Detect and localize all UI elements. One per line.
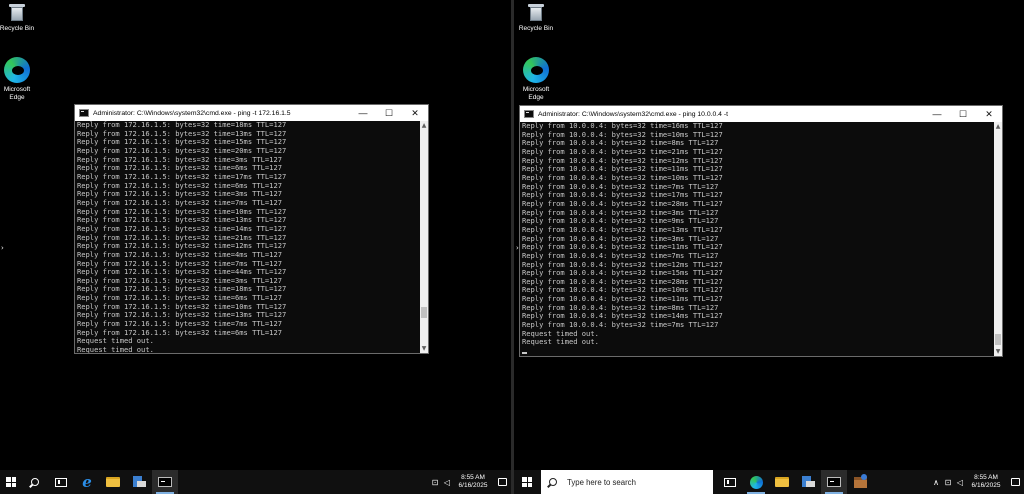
cmd-taskbar-button[interactable] <box>821 470 847 494</box>
ie-button[interactable]: e <box>74 470 100 494</box>
cmd-window-right[interactable]: Administrator: C:\Windows\system32\cmd.e… <box>519 105 1003 357</box>
notification-icon <box>1010 478 1020 486</box>
edge-shortcut[interactable]: Microsoft Edge <box>0 57 36 102</box>
package-manager-button[interactable] <box>847 470 873 494</box>
search-icon <box>549 478 557 486</box>
command-prompt-icon <box>827 477 841 487</box>
window-title: Administrator: C:\Windows\system32\cmd.e… <box>93 109 291 117</box>
clock-time: 8:55 AM <box>461 474 485 481</box>
console-line: Request timed out. <box>77 345 154 353</box>
edge-icon <box>4 57 30 83</box>
command-prompt-icon <box>158 477 172 487</box>
tray-chevron-icon[interactable]: ∧ <box>930 470 942 494</box>
edge-label-line1: Microsoft <box>522 86 550 93</box>
console-output[interactable]: Reply from 10.0.0.4: bytes=32 time=16ms … <box>520 122 994 356</box>
clock-date: 6/16/2025 <box>971 482 1001 489</box>
window-title: Administrator: C:\Windows\system32\cmd.e… <box>538 110 729 118</box>
expand-arrow-icon[interactable]: › <box>1 244 4 252</box>
file-explorer-button[interactable] <box>100 470 126 494</box>
scroll-thumb[interactable] <box>421 307 427 318</box>
right-desktop: Recycle Bin Microsoft Edge › Administrat… <box>514 0 1024 494</box>
taskbar-left: e ⊡ ◁ 8:55 AM 6/16/2025 <box>0 470 511 494</box>
taskbar-search-box[interactable]: Type here to search <box>541 470 713 494</box>
cmd-taskbar-button[interactable] <box>152 470 178 494</box>
server-manager-button[interactable] <box>795 470 821 494</box>
edge-shortcut[interactable]: Microsoft Edge <box>517 57 555 102</box>
task-view-icon <box>724 477 736 487</box>
cmd-titlebar[interactable]: Administrator: C:\Windows\system32\cmd.e… <box>520 106 1002 122</box>
scroll-down-icon[interactable]: ▼ <box>420 344 428 353</box>
internet-explorer-icon: e <box>82 473 92 491</box>
close-button[interactable]: ✕ <box>976 106 1002 122</box>
volume-icon[interactable]: ◁ <box>954 470 966 494</box>
windows-logo-icon <box>6 477 16 487</box>
folder-icon <box>106 477 120 487</box>
scroll-up-icon[interactable]: ▲ <box>994 122 1002 131</box>
notification-button[interactable] <box>1006 470 1024 494</box>
system-tray: ⊡ ◁ 8:55 AM 6/16/2025 <box>429 470 511 494</box>
server-manager-icon <box>801 476 815 488</box>
task-view-icon <box>55 477 67 487</box>
server-manager-button[interactable] <box>126 470 152 494</box>
maximize-button[interactable]: ☐ <box>376 105 402 121</box>
clock[interactable]: 8:55 AM 6/16/2025 <box>453 474 493 490</box>
text-cursor <box>522 352 527 355</box>
start-button[interactable] <box>0 470 22 494</box>
minimize-button[interactable]: — <box>350 105 376 121</box>
recycle-bin-label: Recycle Bin <box>0 25 35 32</box>
taskbar-right: Type here to search ∧ ⊡ ◁ 8:55 AM 6/16/2… <box>514 470 1024 494</box>
volume-icon[interactable]: ◁ <box>441 470 453 494</box>
notification-icon <box>497 478 507 486</box>
task-view-button[interactable] <box>48 470 74 494</box>
edge-label-line1: Microsoft <box>3 86 31 93</box>
search-icon <box>31 478 39 486</box>
edge-label-line2: Edge <box>9 94 25 101</box>
edge-taskbar-button[interactable] <box>743 470 769 494</box>
vertical-scrollbar[interactable]: ▲ ▼ <box>420 121 428 353</box>
console-line: Request timed out. <box>522 337 599 347</box>
console-icon <box>79 109 89 117</box>
package-icon <box>853 473 867 488</box>
edge-label-line2: Edge <box>528 94 544 101</box>
left-desktop: Recycle Bin Microsoft Edge › Administrat… <box>0 0 511 494</box>
search-placeholder: Type here to search <box>567 477 636 487</box>
recycle-bin-shortcut[interactable]: Recycle Bin <box>517 2 555 33</box>
scroll-up-icon[interactable]: ▲ <box>420 121 428 130</box>
clock-time: 8:55 AM <box>974 474 998 481</box>
edge-icon <box>749 475 763 489</box>
vertical-scrollbar[interactable]: ▲ ▼ <box>994 122 1002 356</box>
scroll-thumb[interactable] <box>995 334 1001 345</box>
scroll-down-icon[interactable]: ▼ <box>994 347 1002 356</box>
server-manager-icon <box>132 476 146 488</box>
system-tray: ∧ ⊡ ◁ 8:55 AM 6/16/2025 <box>930 470 1024 494</box>
task-view-button[interactable] <box>717 470 743 494</box>
folder-icon <box>775 477 789 487</box>
maximize-button[interactable]: ☐ <box>950 106 976 122</box>
cmd-titlebar[interactable]: Administrator: C:\Windows\system32\cmd.e… <box>75 105 428 121</box>
console-icon <box>524 110 534 118</box>
close-button[interactable]: ✕ <box>402 105 428 121</box>
search-button[interactable] <box>22 470 48 494</box>
clock-date: 6/16/2025 <box>458 482 488 489</box>
recycle-bin-shortcut[interactable]: Recycle Bin <box>0 2 36 33</box>
recycle-bin-label: Recycle Bin <box>518 25 554 32</box>
network-icon[interactable]: ⊡ <box>942 470 954 494</box>
minimize-button[interactable]: — <box>924 106 950 122</box>
recycle-bin-icon <box>8 2 26 22</box>
notification-button[interactable] <box>493 470 511 494</box>
start-button[interactable] <box>514 470 540 494</box>
recycle-bin-icon <box>527 2 545 22</box>
clock[interactable]: 8:55 AM 6/16/2025 <box>966 474 1006 490</box>
cmd-window-left[interactable]: Administrator: C:\Windows\system32\cmd.e… <box>74 104 429 354</box>
file-explorer-button[interactable] <box>769 470 795 494</box>
edge-icon <box>523 57 549 83</box>
network-icon[interactable]: ⊡ <box>429 470 441 494</box>
console-output[interactable]: Reply from 172.16.1.5: bytes=32 time=18m… <box>75 121 420 353</box>
windows-logo-icon <box>522 477 532 487</box>
